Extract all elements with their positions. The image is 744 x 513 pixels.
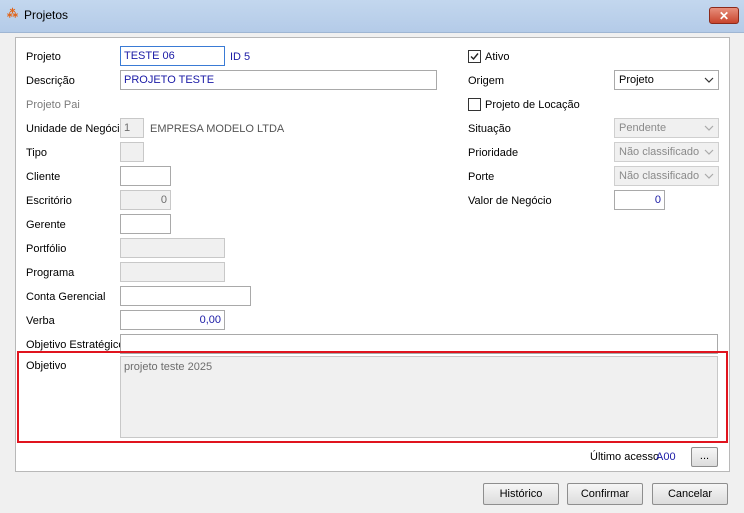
projeto-locacao-label: Projeto de Locação — [485, 99, 580, 111]
projeto-label: Projeto — [26, 51, 61, 63]
objetivo-estrategico-label: Objetivo Estratégico — [26, 339, 125, 351]
programa-label: Programa — [26, 267, 75, 279]
title-bar: ⁂ Projetos ✕ — [0, 0, 744, 33]
verba-label: Verba — [26, 315, 55, 327]
cliente-label: Cliente — [26, 171, 61, 183]
objetivo-highlight-box — [17, 351, 728, 443]
confirmar-button[interactable]: Confirmar — [567, 483, 643, 505]
unidade-negocio-code[interactable]: 1 — [120, 118, 144, 138]
chevron-down-icon — [704, 77, 714, 83]
verba-input[interactable]: 0,00 — [120, 310, 225, 330]
unidade-negocio-label: Unidade de Negócio — [26, 123, 126, 135]
checkmark-icon — [470, 53, 479, 61]
origem-value: Projeto — [619, 74, 654, 86]
prioridade-label: Prioridade — [468, 147, 519, 159]
projeto-locacao-checkbox[interactable] — [468, 98, 481, 111]
prioridade-value: Não classificado — [619, 146, 700, 158]
conta-gerencial-label: Conta Gerencial — [26, 291, 106, 303]
projeto-pai-label: Projeto Pai — [26, 99, 80, 111]
portfolio-input[interactable] — [120, 238, 225, 258]
ultimo-acesso-label: Último acesso — [590, 451, 660, 463]
gerente-label: Gerente — [26, 219, 66, 231]
projeto-input[interactable]: TESTE 06 — [120, 46, 225, 66]
ultimo-acesso-button[interactable]: ... — [691, 447, 718, 467]
historico-button[interactable]: Histórico — [483, 483, 559, 505]
descricao-label: Descrição — [26, 75, 75, 87]
prioridade-select[interactable]: Não classificado — [614, 142, 719, 162]
porte-select[interactable]: Não classificado — [614, 166, 719, 186]
window-title: Projetos — [24, 8, 69, 22]
situacao-value: Pendente — [619, 122, 667, 134]
origem-select[interactable]: Projeto — [614, 70, 719, 90]
cancelar-button[interactable]: Cancelar — [652, 483, 728, 505]
conta-gerencial-input[interactable] — [120, 286, 251, 306]
porte-value: Não classificado — [619, 170, 700, 182]
tipo-input[interactable] — [120, 142, 144, 162]
close-button[interactable]: ✕ — [709, 7, 739, 24]
porte-label: Porte — [468, 171, 495, 183]
ativo-checkbox[interactable] — [468, 50, 481, 63]
tipo-label: Tipo — [26, 147, 47, 159]
programa-input[interactable] — [120, 262, 225, 282]
ativo-label: Ativo — [485, 51, 510, 63]
escritorio-input[interactable]: 0 — [120, 190, 171, 210]
origem-label: Origem — [468, 75, 505, 87]
chevron-down-icon — [704, 173, 714, 179]
chevron-down-icon — [704, 149, 714, 155]
id-value: 5 — [244, 51, 251, 63]
situacao-label: Situação — [468, 123, 511, 135]
valor-negocio-label: Valor de Negócio — [468, 195, 552, 207]
unidade-negocio-name: EMPRESA MODELO LTDA — [150, 123, 285, 135]
ultimo-acesso-value: A00 — [656, 451, 676, 463]
cliente-input[interactable] — [120, 166, 171, 186]
gerente-input[interactable] — [120, 214, 171, 234]
chevron-down-icon — [704, 125, 714, 131]
valor-negocio-input[interactable]: 0 — [614, 190, 665, 210]
situacao-select[interactable]: Pendente — [614, 118, 719, 138]
descricao-input[interactable]: PROJETO TESTE — [120, 70, 437, 90]
portfolio-label: Portfólio — [26, 243, 67, 255]
id-label: ID — [230, 51, 241, 63]
app-icon: ⁂ — [7, 8, 18, 20]
escritorio-label: Escritório — [26, 195, 72, 207]
